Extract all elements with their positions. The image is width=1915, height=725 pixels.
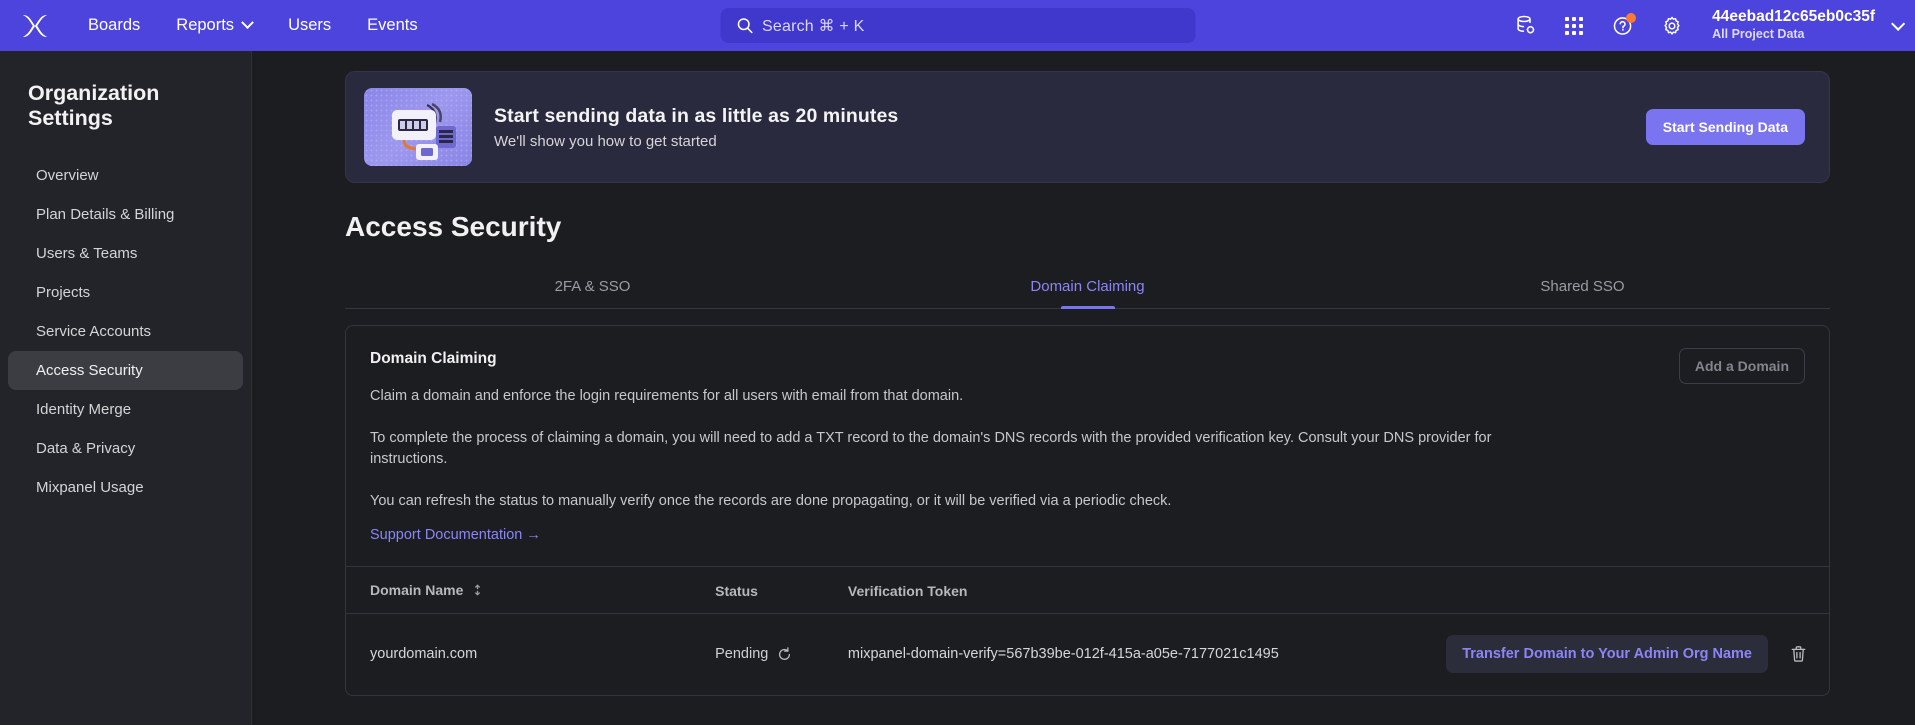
page-body: Organization Settings Overview Plan Deta…	[0, 51, 1915, 725]
tab-domain-claiming[interactable]: Domain Claiming	[840, 269, 1335, 308]
banner-subtitle: We'll show you how to get started	[494, 132, 717, 150]
sidebar-item-access-security[interactable]: Access Security	[8, 351, 243, 390]
delete-domain-icon[interactable]	[1790, 645, 1807, 663]
sidebar-item-mixpanel-usage[interactable]: Mixpanel Usage	[8, 468, 243, 507]
chevron-down-icon	[241, 16, 254, 30]
column-label: Status	[715, 582, 758, 599]
server-device-illustration	[364, 88, 472, 166]
table-row: yourdomain.com Pending mixpanel-domain-v…	[346, 614, 1829, 696]
cell-verification-token: mixpanel-domain-verify=567b39be-012f-415…	[848, 614, 1446, 696]
tab-shared-sso[interactable]: Shared SSO	[1335, 269, 1830, 308]
table-header-row: Domain Name Status Verification Token	[346, 566, 1829, 614]
sidebar-item-label: Access Security	[36, 362, 143, 379]
tab-label: Domain Claiming	[1030, 278, 1145, 295]
status-badge: Pending	[715, 646, 769, 663]
sidebar-item-label: Projects	[36, 284, 91, 301]
search-placeholder: Search ⌘ + K	[762, 17, 865, 35]
sidebar-item-label: Mixpanel Usage	[36, 479, 144, 496]
global-search: Search ⌘ + K	[720, 8, 1195, 43]
sidebar-item-label: Overview	[36, 167, 99, 184]
tab-label: 2FA & SSO	[554, 278, 631, 295]
page-title: Access Security	[345, 211, 562, 242]
onboarding-banner: Start sending data in as little as 20 mi…	[345, 71, 1830, 183]
project-selector[interactable]: 44eebad12c65eb0c35f All Project Data	[1712, 8, 1906, 42]
notification-badge	[1626, 12, 1637, 23]
card-paragraph-1: Claim a domain and enforce the login req…	[370, 388, 964, 404]
search-input[interactable]: Search ⌘ + K	[720, 8, 1195, 43]
sidebar-item-data-privacy[interactable]: Data & Privacy	[8, 429, 243, 468]
column-header-actions	[1446, 567, 1829, 614]
sidebar-item-label: Plan Details & Billing	[36, 206, 175, 223]
transfer-domain-button[interactable]: Transfer Domain to Your Admin Org Name	[1446, 635, 1768, 674]
nav-link-reports-label: Reports	[176, 16, 235, 34]
sidebar-item-service-accounts[interactable]: Service Accounts	[8, 312, 243, 351]
chevron-down-icon	[1891, 16, 1906, 31]
cell-row-actions: Transfer Domain to Your Admin Org Name	[1446, 614, 1829, 696]
primary-nav-links: Boards Reports Users Events	[70, 10, 436, 41]
domain-claiming-card: Domain Claiming Claim a domain and enfor…	[345, 325, 1830, 697]
column-header-domain-name[interactable]: Domain Name	[346, 567, 715, 614]
project-scope: All Project Data	[1712, 27, 1805, 42]
nav-link-reports[interactable]: Reports	[158, 10, 270, 41]
sidebar-item-label: Identity Merge	[36, 401, 132, 418]
apps-grid-icon[interactable]	[1561, 13, 1587, 39]
claimed-domains-table: Domain Name Status Verification Token yo…	[346, 566, 1829, 695]
nav-link-boards[interactable]: Boards	[70, 10, 158, 41]
access-security-tabs: 2FA & SSO Domain Claiming Shared SSO	[345, 269, 1830, 309]
project-name: 44eebad12c65eb0c35f	[1712, 8, 1875, 26]
sidebar-item-label: Data & Privacy	[36, 440, 136, 457]
sidebar-title: Organization Settings	[28, 81, 160, 130]
add-a-domain-button[interactable]: Add a Domain	[1678, 348, 1805, 384]
column-label: Verification Token	[847, 582, 968, 599]
card-paragraph-2: To complete the process of claiming a do…	[370, 430, 1492, 468]
card-heading: Domain Claiming	[370, 350, 497, 367]
tab-label: Shared SSO	[1540, 278, 1625, 295]
nav-link-users-label: Users	[288, 16, 332, 34]
search-icon	[737, 18, 753, 34]
sidebar-item-overview[interactable]: Overview	[8, 156, 243, 195]
nav-link-events[interactable]: Events	[349, 10, 435, 41]
nav-link-boards-label: Boards	[88, 16, 141, 34]
start-sending-data-button[interactable]: Start Sending Data	[1645, 109, 1805, 145]
main-content: Start sending data in as little as 20 mi…	[252, 51, 1915, 725]
card-paragraph-3: You can refresh the status to manually v…	[370, 493, 1172, 510]
nav-right-group: 44eebad12c65eb0c35f All Project Data	[1512, 0, 1906, 51]
refresh-status-icon[interactable]	[777, 647, 792, 662]
verification-token-value: mixpanel-domain-verify=567b39be-012f-415…	[847, 646, 1279, 663]
top-navigation-bar: Boards Reports Users Events Search ⌘ + K	[0, 0, 1915, 51]
banner-title: Start sending data in as little as 20 mi…	[494, 104, 899, 127]
settings-sidebar: Organization Settings Overview Plan Deta…	[0, 51, 252, 725]
gear-icon[interactable]	[1659, 13, 1685, 39]
column-label: Domain Name	[370, 582, 464, 599]
sidebar-item-projects[interactable]: Projects	[8, 273, 243, 312]
column-header-status: Status	[715, 567, 848, 614]
nav-link-events-label: Events	[367, 16, 418, 34]
sidebar-item-identity-merge[interactable]: Identity Merge	[8, 390, 243, 429]
cell-domain-name: yourdomain.com	[370, 646, 478, 663]
support-documentation-link[interactable]: Support Documentation →	[370, 527, 541, 543]
mixpanel-logo[interactable]	[12, 6, 58, 46]
column-header-verification-token: Verification Token	[848, 567, 1446, 614]
sidebar-item-label: Service Accounts	[36, 323, 152, 340]
database-settings-icon[interactable]	[1512, 13, 1538, 39]
cell-status: Pending	[715, 614, 848, 696]
sidebar-item-plan-details-billing[interactable]: Plan Details & Billing	[8, 195, 243, 234]
tab-2fa-sso[interactable]: 2FA & SSO	[345, 269, 840, 308]
sidebar-item-label: Users & Teams	[36, 245, 138, 262]
sidebar-item-users-teams[interactable]: Users & Teams	[8, 234, 243, 273]
sort-arrows-icon	[473, 583, 482, 599]
help-circle-icon[interactable]	[1610, 12, 1637, 39]
nav-link-users[interactable]: Users	[270, 10, 349, 41]
